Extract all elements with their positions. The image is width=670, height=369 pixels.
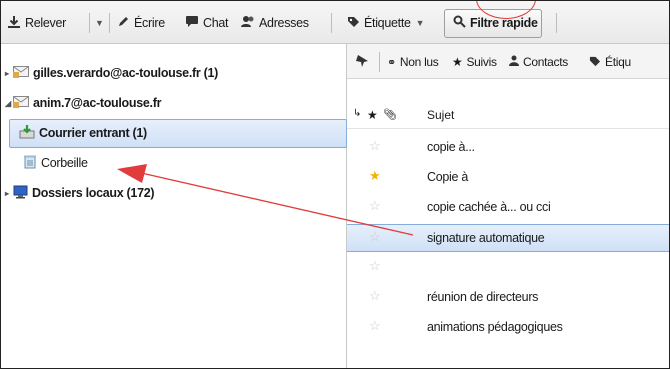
star-icon[interactable]: ☆ xyxy=(369,229,381,245)
star-icon[interactable]: ☆ xyxy=(369,138,381,154)
star-icon[interactable]: ☆ xyxy=(369,198,381,214)
mail-account-icon xyxy=(13,65,29,81)
toolbar-separator xyxy=(331,13,332,33)
download-icon xyxy=(7,15,21,32)
folder-label: Courrier entrant (1) xyxy=(39,126,147,140)
table-row[interactable]: ☆ réunion de directeurs xyxy=(347,284,669,310)
expand-icon: ▸ xyxy=(5,68,9,78)
write-button[interactable]: Écrire xyxy=(117,13,165,33)
folder-label: Dossiers locaux (172) xyxy=(32,186,155,200)
trash-icon xyxy=(23,154,37,172)
app-window: Relever ▼ Écrire Chat Adresses Étiquette… xyxy=(0,0,670,369)
filter-unread-label: Non lus xyxy=(399,55,439,69)
chat-button[interactable]: Chat xyxy=(185,13,229,33)
pencil-icon xyxy=(117,15,130,31)
attachment-column-icon[interactable]: 📎︎ xyxy=(383,108,397,121)
folder-label: anim.7@ac-toulouse.fr xyxy=(33,96,162,110)
message-subject: réunion de directeurs xyxy=(427,290,539,304)
mail-account-icon xyxy=(13,95,29,111)
contacts-icon xyxy=(241,15,255,31)
table-row[interactable]: ☆ copie cachée à... ou cci xyxy=(347,194,669,220)
get-mail-button[interactable]: Relever xyxy=(7,13,66,33)
message-subject: copie cachée à... ou cci xyxy=(427,200,551,214)
subject-column-header[interactable]: Sujet xyxy=(427,108,454,122)
star-icon[interactable]: ★ xyxy=(369,168,381,184)
filter-contacts[interactable]: Contacts xyxy=(509,53,568,71)
toolbar-separator xyxy=(89,13,90,33)
message-subject: copie à... xyxy=(427,140,475,154)
main-toolbar: Relever ▼ Écrire Chat Adresses Étiquette… xyxy=(1,1,669,44)
message-subject: animations pédagogiques xyxy=(427,320,563,334)
chat-bubble-icon xyxy=(185,15,199,31)
tag-label: Étiquette xyxy=(364,16,411,30)
folder-inbox[interactable]: Courrier entrant (1) xyxy=(19,121,147,145)
tag-icon xyxy=(347,15,360,31)
table-row[interactable]: ☆ signature automatique xyxy=(347,224,669,252)
unread-icon: ⚭ xyxy=(387,56,396,69)
table-row[interactable]: ★ Copie à xyxy=(347,164,669,190)
star-icon: ★ xyxy=(452,55,463,69)
tag-icon xyxy=(589,55,601,70)
message-subject: signature automatique xyxy=(427,231,545,245)
table-row[interactable]: ☆ xyxy=(347,254,669,280)
filter-contacts-label: Contacts xyxy=(523,55,568,69)
tag-button[interactable]: Étiquette ▼ xyxy=(347,13,425,33)
magnifier-icon xyxy=(453,15,466,31)
get-mail-label: Relever xyxy=(25,16,66,30)
contact-card-icon xyxy=(509,55,519,70)
message-pane: ⚭ Non lus ★ Suivis Contacts Étiqu ↳ ★ 📎︎… xyxy=(347,44,669,368)
folder-label: Corbeille xyxy=(41,156,88,170)
address-book-label: Adresses xyxy=(259,16,309,30)
chevron-down-icon: ▼ xyxy=(415,18,425,28)
star-icon[interactable]: ☆ xyxy=(369,318,381,334)
toolbar-separator xyxy=(109,13,110,33)
address-book-button[interactable]: Adresses xyxy=(241,13,309,33)
column-header: ↳ ★ 📎︎ Sujet xyxy=(347,104,669,129)
folder-account-gilles[interactable]: ▸ gilles.verardo@ac-toulouse.fr (1) xyxy=(5,61,218,85)
filter-tags-label: Étiqu xyxy=(605,55,631,69)
message-subject: Copie à xyxy=(427,170,468,184)
table-row[interactable]: ☆ copie à... xyxy=(347,134,669,160)
star-icon[interactable]: ☆ xyxy=(369,258,381,274)
pin-button[interactable] xyxy=(355,53,369,71)
folder-account-anim7[interactable]: ◢ anim.7@ac-toulouse.fr xyxy=(5,91,161,115)
pin-icon xyxy=(355,54,369,71)
thread-column-icon[interactable]: ↳ xyxy=(353,108,361,119)
expand-icon: ▸ xyxy=(5,188,9,198)
write-label: Écrire xyxy=(134,16,165,30)
folder-label: gilles.verardo@ac-toulouse.fr (1) xyxy=(33,66,218,80)
folder-local[interactable]: ▸ Dossiers locaux (172) xyxy=(5,181,155,205)
filter-starred-label: Suivis xyxy=(466,55,497,69)
toolbar-separator xyxy=(556,13,557,33)
toolbar-separator xyxy=(379,52,380,72)
chevron-down-icon: ▼ xyxy=(95,18,104,28)
star-column-icon[interactable]: ★ xyxy=(367,108,378,122)
folder-pane: ▸ gilles.verardo@ac-toulouse.fr (1) ◢ an… xyxy=(1,44,347,368)
quick-filter-bar: ⚭ Non lus ★ Suivis Contacts Étiqu xyxy=(347,44,669,79)
star-icon[interactable]: ☆ xyxy=(369,288,381,304)
table-row[interactable]: ☆ animations pédagogiques xyxy=(347,314,669,340)
filter-unread[interactable]: ⚭ Non lus xyxy=(387,53,439,71)
folder-trash[interactable]: Corbeille xyxy=(23,151,88,175)
computer-icon xyxy=(13,185,28,202)
get-mail-dropdown[interactable]: ▼ xyxy=(95,13,104,33)
collapse-icon: ◢ xyxy=(5,98,11,108)
filter-starred[interactable]: ★ Suivis xyxy=(452,53,497,71)
filter-tags[interactable]: Étiqu xyxy=(589,53,631,71)
chat-label: Chat xyxy=(203,16,229,30)
inbox-icon xyxy=(19,124,35,142)
